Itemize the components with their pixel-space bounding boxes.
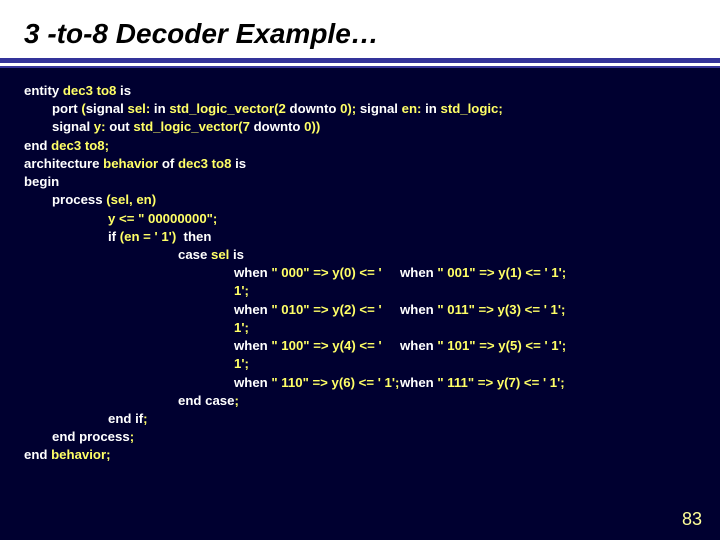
when-row: when " 100" => y(4) <= ' 1'; when " 101"… [24, 337, 696, 373]
code-line: y <= " 00000000"; [24, 210, 696, 228]
code-line: end if; [24, 410, 696, 428]
kw-endif: end if [108, 411, 143, 426]
code-line: architecture behavior of dec3 to8 is [24, 155, 696, 173]
code-line: entity dec3 to8 is [24, 82, 696, 100]
kw-when: when [234, 302, 268, 317]
kw-downto: downto [290, 101, 337, 116]
kw-of: of [162, 156, 174, 171]
code-line: port (signal sel: in std_logic_vector(2 … [24, 100, 696, 118]
kw-endcase: end case [178, 393, 234, 408]
kw-when: when [400, 265, 434, 280]
code-line: if (en = ' 1') then [24, 228, 696, 246]
code-line: begin [24, 173, 696, 191]
kw-signal: signal [86, 101, 124, 116]
kw-entity: entity [24, 83, 59, 98]
kw-out: out [109, 119, 130, 134]
kw-is: is [120, 83, 131, 98]
txt: ; [234, 393, 238, 408]
txt: " 001" => y(1) <= ' 1'; [437, 265, 566, 280]
kw-endprocess: end process [52, 429, 130, 444]
code-line: case sel is [24, 246, 696, 264]
kw-when: when [234, 265, 268, 280]
kw-in: in [154, 101, 166, 116]
txt: y <= " 00000000"; [108, 211, 217, 226]
txt: " 101" => y(5) <= ' 1'; [437, 338, 566, 353]
slide-title: 3 -to-8 Decoder Example… [0, 0, 720, 58]
kw-end: end [24, 447, 47, 462]
kw-downto: downto [254, 119, 301, 134]
txt: 0); [340, 101, 360, 116]
kw-begin: begin [24, 174, 59, 189]
kw-is: is [235, 156, 246, 171]
txt: : [417, 101, 425, 116]
kw-if: if [108, 229, 116, 244]
kw-then: then [184, 229, 212, 244]
txt: dec3 to8; [51, 138, 109, 153]
txt: sel [211, 247, 233, 262]
kw-in: in [425, 101, 437, 116]
kw-signal: signal [360, 101, 398, 116]
txt: std_logic_vector(7 [133, 119, 253, 134]
when-row: when " 000" => y(0) <= ' 1'; when " 001"… [24, 264, 696, 300]
code-line: end dec3 to8; [24, 137, 696, 155]
txt: (en = ' 1') [120, 229, 184, 244]
txt: " 011" => y(3) <= ' 1'; [437, 302, 565, 317]
kw-is: is [233, 247, 244, 262]
txt: " 110" => y(6) <= ' 1'; [271, 375, 399, 390]
kw-when: when [234, 338, 268, 353]
code-line: end process; [24, 428, 696, 446]
ident: en [402, 101, 417, 116]
code-line: signal y: out std_logic_vector(7 downto … [24, 118, 696, 136]
when-row: when " 010" => y(2) <= ' 1'; when " 011"… [24, 301, 696, 337]
kw-when: when [400, 375, 434, 390]
code-line: end case; [24, 392, 696, 410]
kw-process: process [52, 192, 103, 207]
txt: : [101, 119, 109, 134]
txt: " 111" => y(7) <= ' 1'; [437, 375, 564, 390]
txt: behavior; [51, 447, 110, 462]
kw-when: when [400, 302, 434, 317]
page-number: 83 [682, 509, 702, 530]
kw-case: case [178, 247, 207, 262]
txt: std_logic; [440, 101, 502, 116]
ident: dec3 to8 [178, 156, 232, 171]
txt: : [146, 101, 154, 116]
txt: std_logic_vector(2 [169, 101, 289, 116]
kw-when: when [400, 338, 434, 353]
kw-port: port [52, 101, 78, 116]
txt: ; [143, 411, 147, 426]
code-line: end behavior; [24, 446, 696, 464]
code-line: process (sel, en) [24, 191, 696, 209]
kw-end: end [24, 138, 47, 153]
when-row: when " 110" => y(6) <= ' 1'; when " 111"… [24, 374, 696, 392]
kw-when: when [234, 375, 268, 390]
kw-architecture: architecture [24, 156, 100, 171]
txt: 0)) [304, 119, 320, 134]
code-block: entity dec3 to8 is port (signal sel: in … [0, 68, 720, 471]
txt: ; [130, 429, 134, 444]
ident: sel [128, 101, 146, 116]
ident: behavior [103, 156, 158, 171]
kw-signal: signal [52, 119, 90, 134]
ident: dec3 to8 [63, 83, 117, 98]
txt: (sel, en) [106, 192, 156, 207]
